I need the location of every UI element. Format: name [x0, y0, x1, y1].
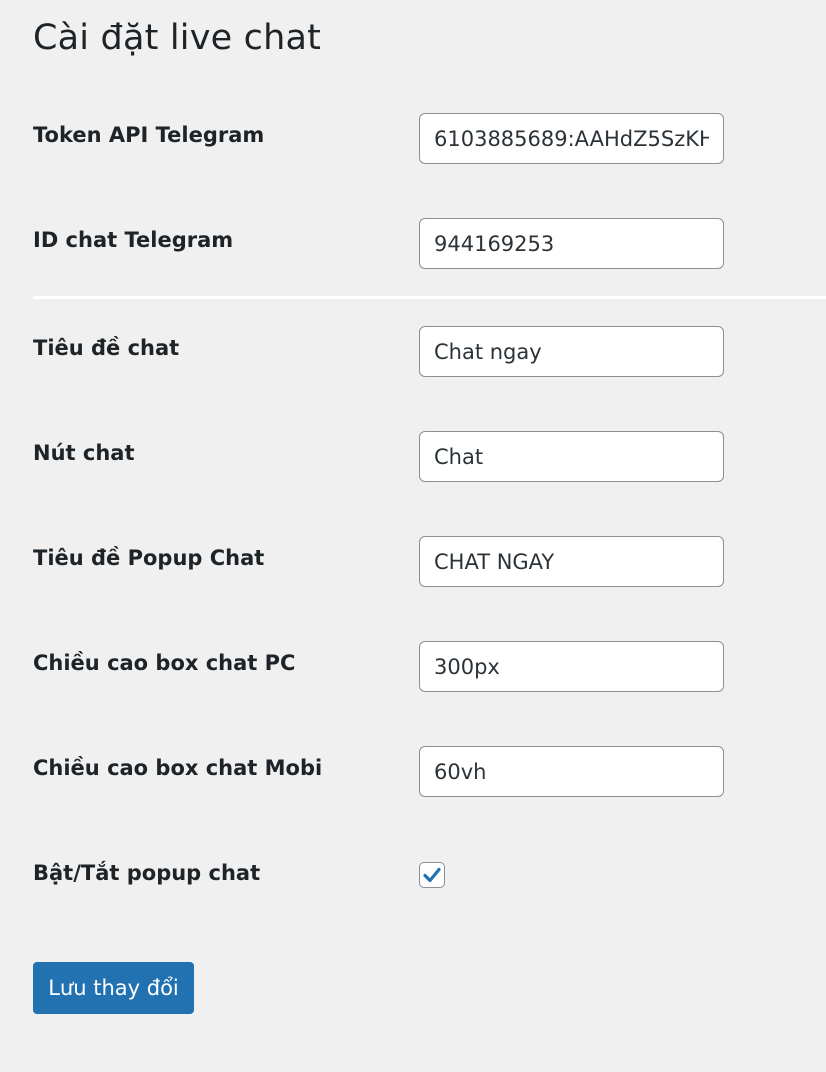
chat-title-input[interactable] — [419, 326, 724, 377]
page-title: Cài đặt live chat — [33, 18, 322, 58]
chat-button-label: Nút chat — [33, 441, 135, 465]
chat-title-label: Tiêu đề chat — [33, 336, 180, 360]
token-api-input[interactable] — [419, 113, 724, 164]
row-height-mobi: Chiều cao box chat Mobi — [33, 746, 826, 800]
height-pc-label: Chiều cao box chat PC — [33, 651, 296, 675]
row-chat-button: Nút chat — [33, 431, 826, 485]
popup-toggle-label: Bật/Tắt popup chat — [33, 861, 261, 885]
row-chat-id: ID chat Telegram — [33, 218, 826, 272]
row-popup-title: Tiêu đề Popup Chat — [33, 536, 826, 590]
popup-title-input[interactable] — [419, 536, 724, 587]
height-mobi-label: Chiều cao box chat Mobi — [33, 756, 323, 780]
row-height-pc: Chiều cao box chat PC — [33, 641, 826, 695]
row-chat-title: Tiêu đề chat — [33, 326, 826, 380]
chat-id-label: ID chat Telegram — [33, 228, 234, 252]
chat-id-input[interactable] — [419, 218, 724, 269]
save-button[interactable]: Lưu thay đổi — [33, 962, 194, 1014]
popup-toggle-checkbox[interactable] — [419, 862, 445, 888]
row-popup-toggle: Bật/Tắt popup chat — [33, 851, 826, 905]
popup-title-label: Tiêu đề Popup Chat — [33, 546, 265, 570]
token-api-label: Token API Telegram — [33, 123, 265, 147]
section-divider — [33, 296, 826, 299]
height-mobi-input[interactable] — [419, 746, 724, 797]
checkmark-icon — [423, 867, 441, 883]
height-pc-input[interactable] — [419, 641, 724, 692]
chat-button-input[interactable] — [419, 431, 724, 482]
row-token-api: Token API Telegram — [33, 113, 826, 167]
